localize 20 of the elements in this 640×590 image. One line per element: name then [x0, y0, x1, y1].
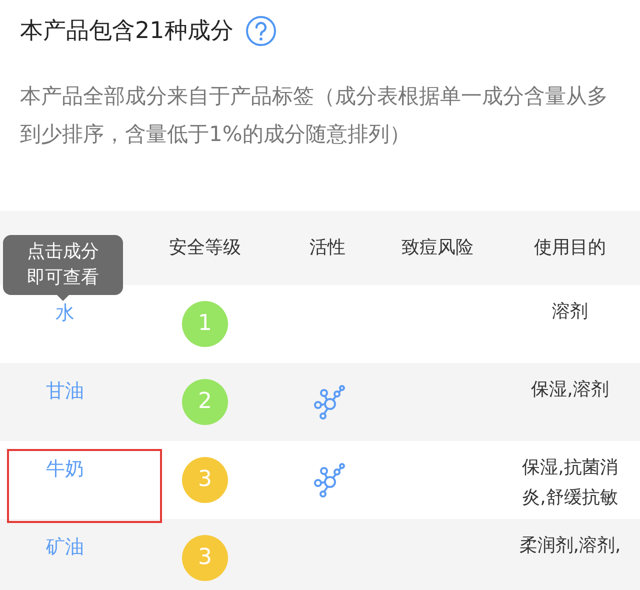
page-title: 本产品包含21种成分: [20, 17, 234, 46]
help-icon[interactable]: [245, 15, 278, 48]
safety-badge: 1: [182, 300, 228, 346]
column-header: 安全等级: [169, 237, 241, 258]
purpose-text: 保湿,溶剂: [531, 378, 609, 402]
ingredient-link[interactable]: 甘油: [46, 376, 84, 405]
purpose-text: 溶剂: [552, 300, 588, 324]
column-header: 活性: [310, 237, 346, 258]
ingredient-link[interactable]: 矿油: [46, 532, 84, 561]
description: 本产品全部成分来自于产品标签（成分表根据单一成分含量从多到少排序，含量低于1%的成分随意排列）: [19, 82, 609, 148]
ingredient-link[interactable]: 水: [56, 298, 74, 327]
column-header: 致痘风险: [402, 237, 474, 258]
safety-badge: 3: [182, 456, 228, 502]
purpose-text: 保湿,抗菌消 炎,舒缓抗敏: [522, 456, 618, 510]
tooltip: 点击成分 即可查看: [3, 234, 123, 300]
ingredient-link[interactable]: 牛奶: [46, 454, 84, 483]
column-header: 使用目的: [534, 237, 606, 258]
safety-badge: 3: [182, 534, 228, 580]
safety-badge: 2: [182, 378, 228, 424]
purpose-text: 柔润剂,溶剂,: [519, 534, 621, 558]
